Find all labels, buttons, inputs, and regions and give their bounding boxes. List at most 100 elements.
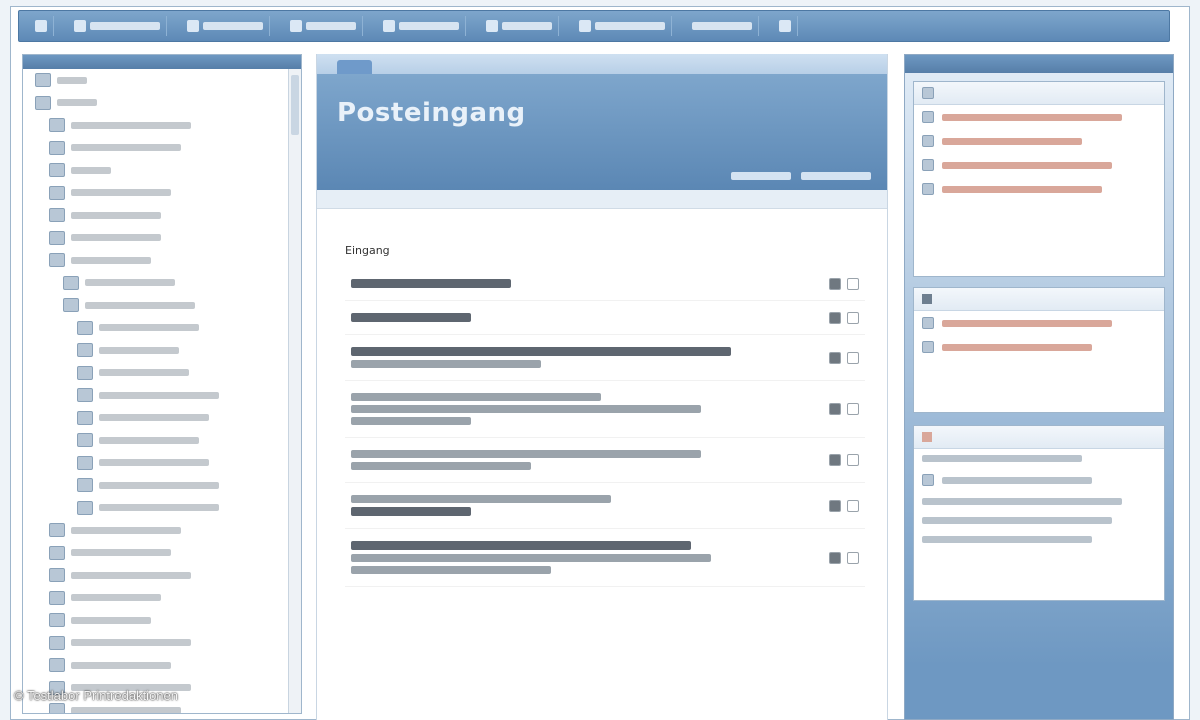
list-item[interactable] bbox=[914, 311, 1164, 335]
toolbar-item-7[interactable] bbox=[686, 16, 759, 36]
copyright-watermark: © Testlabor Printredaktionen bbox=[14, 688, 178, 703]
checkbox-icon[interactable] bbox=[847, 551, 859, 564]
tree-item-label bbox=[71, 639, 191, 647]
toolbar-item-4[interactable] bbox=[377, 16, 466, 36]
folder-icon bbox=[77, 365, 93, 380]
tree-item-label bbox=[99, 481, 219, 489]
checkbox-icon[interactable] bbox=[847, 351, 859, 364]
tree-item[interactable] bbox=[23, 519, 301, 542]
list-item[interactable] bbox=[914, 335, 1164, 359]
checkbox-icon[interactable] bbox=[847, 403, 859, 415]
flag-icon[interactable] bbox=[829, 551, 841, 564]
flag-icon[interactable] bbox=[829, 499, 841, 512]
list-item[interactable] bbox=[914, 530, 1164, 549]
main-toolbar bbox=[18, 10, 1170, 42]
tree-item[interactable] bbox=[23, 159, 301, 182]
toolbar-item-5[interactable] bbox=[480, 16, 559, 36]
card-notes bbox=[913, 287, 1165, 413]
toolbar-item-home[interactable] bbox=[29, 16, 54, 36]
list-item[interactable] bbox=[914, 177, 1164, 201]
tree-item[interactable] bbox=[23, 474, 301, 497]
message-row[interactable] bbox=[345, 335, 865, 381]
checkbox-icon[interactable] bbox=[847, 499, 859, 512]
list-item[interactable] bbox=[914, 129, 1164, 153]
tree-item[interactable] bbox=[23, 182, 301, 205]
tree-item[interactable] bbox=[23, 272, 301, 295]
list-item[interactable] bbox=[914, 468, 1164, 492]
flag-icon[interactable] bbox=[829, 277, 841, 290]
message-actions bbox=[829, 403, 859, 415]
tree-item[interactable] bbox=[23, 609, 301, 632]
flag-icon[interactable] bbox=[829, 311, 841, 324]
tree-item[interactable] bbox=[23, 204, 301, 227]
list-item[interactable] bbox=[914, 492, 1164, 511]
tree-item-label bbox=[71, 256, 151, 264]
tree-item[interactable] bbox=[23, 227, 301, 250]
tree-item[interactable] bbox=[23, 317, 301, 340]
folder-icon bbox=[49, 230, 65, 245]
tree-item[interactable] bbox=[23, 429, 301, 452]
banner-link[interactable] bbox=[801, 172, 871, 180]
tree-item[interactable] bbox=[23, 564, 301, 587]
list-item[interactable] bbox=[914, 449, 1164, 468]
folder-icon bbox=[35, 73, 51, 88]
checkbox-icon[interactable] bbox=[847, 311, 859, 324]
folder-icon bbox=[49, 163, 65, 178]
folder-icon bbox=[49, 523, 65, 538]
tree-item[interactable] bbox=[23, 294, 301, 317]
banner-link[interactable] bbox=[731, 172, 791, 180]
tree-item-label bbox=[99, 369, 189, 377]
checkbox-icon[interactable] bbox=[847, 277, 859, 290]
tree-item-label bbox=[71, 526, 181, 534]
flag-icon[interactable] bbox=[829, 403, 841, 415]
tree-item[interactable] bbox=[23, 497, 301, 520]
tree-item[interactable] bbox=[23, 587, 301, 610]
folder-icon bbox=[77, 455, 93, 470]
list-item[interactable] bbox=[914, 153, 1164, 177]
tree-item-label bbox=[71, 234, 161, 242]
tree-item[interactable] bbox=[23, 654, 301, 677]
tree-item[interactable] bbox=[23, 384, 301, 407]
toolbar-item-3[interactable] bbox=[284, 16, 363, 36]
tree-item[interactable] bbox=[23, 407, 301, 430]
toolbar-item-6[interactable] bbox=[573, 16, 672, 36]
tree-item[interactable] bbox=[23, 362, 301, 385]
tree-item[interactable] bbox=[23, 542, 301, 565]
tab-active[interactable] bbox=[337, 60, 373, 74]
tree-item[interactable] bbox=[23, 632, 301, 655]
tree-item-label bbox=[71, 166, 111, 174]
toolbar-item-2[interactable] bbox=[181, 16, 270, 36]
message-row[interactable] bbox=[345, 438, 865, 483]
tree-item-label bbox=[71, 211, 161, 219]
tree-item[interactable] bbox=[23, 452, 301, 475]
tree-item-label bbox=[99, 324, 199, 332]
folder-icon bbox=[49, 590, 65, 605]
checkbox-icon[interactable] bbox=[847, 454, 859, 466]
tree-item-label bbox=[99, 346, 179, 354]
message-row[interactable] bbox=[345, 301, 865, 335]
message-row[interactable] bbox=[345, 267, 865, 301]
folder-icon bbox=[63, 275, 79, 290]
flag-icon[interactable] bbox=[829, 454, 841, 466]
tree-item[interactable] bbox=[23, 69, 301, 92]
message-row[interactable] bbox=[345, 483, 865, 529]
tree-item-label bbox=[71, 616, 151, 624]
tree-item[interactable] bbox=[23, 137, 301, 160]
tree-item-label bbox=[99, 436, 199, 444]
right-panel-header bbox=[905, 55, 1173, 73]
toolbar-item-1[interactable] bbox=[68, 16, 167, 36]
tree-item[interactable] bbox=[23, 92, 301, 115]
toolbar-item-8[interactable] bbox=[773, 16, 798, 36]
tree-item[interactable] bbox=[23, 114, 301, 137]
folder-icon bbox=[49, 185, 65, 200]
message-row[interactable] bbox=[345, 529, 865, 587]
flag-icon[interactable] bbox=[829, 351, 841, 364]
list-item[interactable] bbox=[914, 511, 1164, 530]
list-item[interactable] bbox=[914, 105, 1164, 129]
message-row[interactable] bbox=[345, 381, 865, 438]
message-actions bbox=[829, 351, 859, 364]
tree-item[interactable] bbox=[23, 339, 301, 362]
tree-item[interactable] bbox=[23, 249, 301, 272]
folder-icon bbox=[49, 703, 65, 713]
folder-icon bbox=[49, 253, 65, 268]
